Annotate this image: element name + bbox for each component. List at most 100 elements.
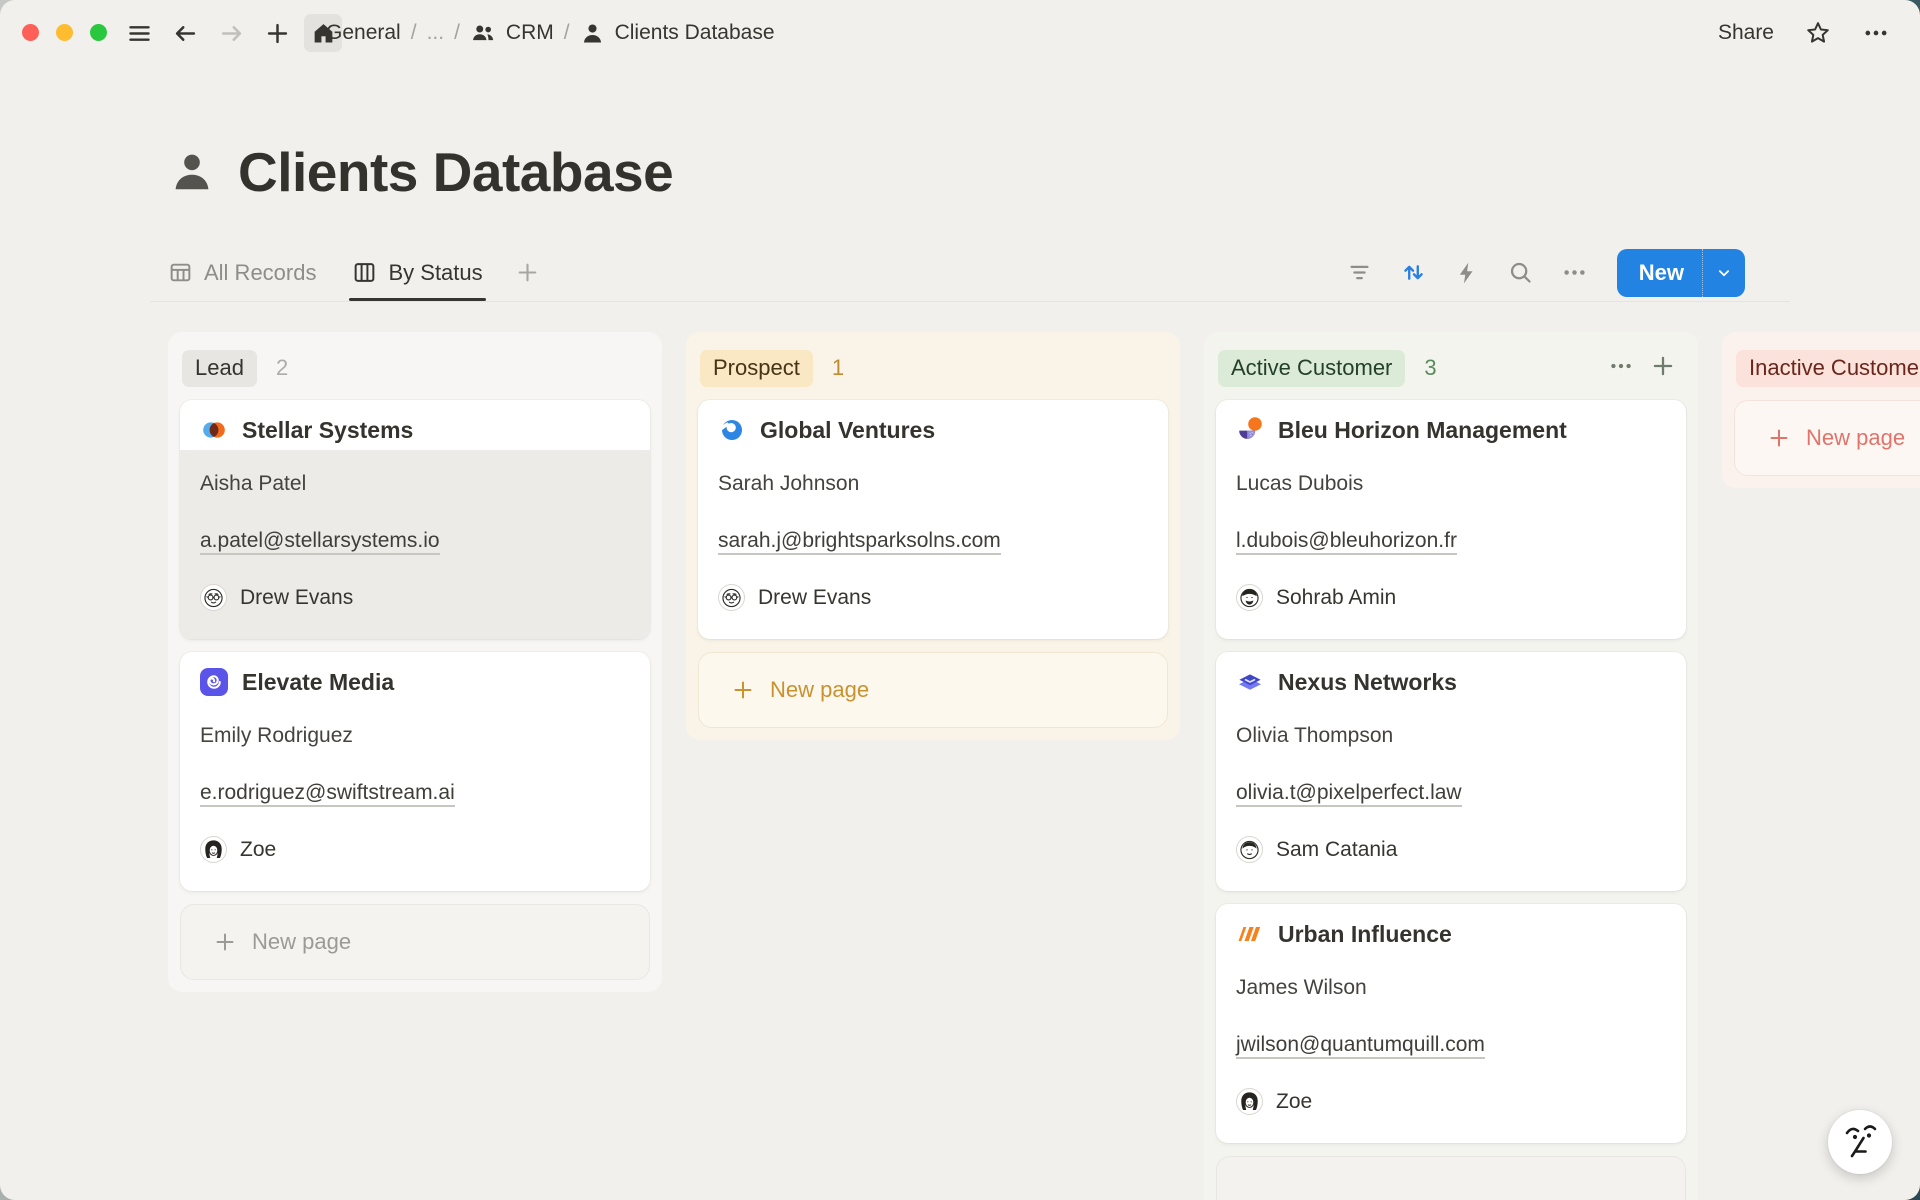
share-button[interactable]: Share [1718,21,1774,45]
breadcrumb: General / ... / CRM / Clients Database [326,14,775,52]
breadcrumb-separator: / [411,21,417,45]
card-email-link[interactable]: l.dubois@bleuhorizon.fr [1236,527,1666,554]
card-contact: Lucas Dubois [1236,470,1666,497]
card-title: Bleu Horizon Management [1278,417,1567,444]
tab-by-status[interactable]: By Status [352,244,482,301]
card-stellar-systems[interactable]: Stellar Systems Aisha Patel a.patel@stel… [180,400,650,639]
new-tab-icon[interactable] [258,14,296,52]
view-options-ellipsis-icon[interactable] [1561,259,1588,286]
breadcrumb-item-crm[interactable]: CRM [506,21,554,45]
bleu-horizon-logo [1236,416,1264,444]
elevate-media-logo [200,668,228,696]
filter-icon[interactable] [1346,259,1373,286]
card-email-link[interactable]: e.rodriguez@swiftstream.ai [200,779,630,806]
card-bleu-horizon-management[interactable]: Bleu Horizon Management Lucas Dubois l.d… [1216,400,1686,639]
search-icon[interactable] [1507,259,1534,286]
breadcrumb-item-current-page[interactable]: Clients Database [615,21,775,45]
board-column-lead: Lead 2 Stellar Systems Aisha Patel a.pat… [168,332,662,992]
tab-label: All Records [204,260,316,286]
traffic-lights [22,24,107,41]
team-people-icon [470,20,496,46]
card-owner: Drew Evans [718,584,1148,611]
status-pill-inactive-customer[interactable]: Inactive Customer [1736,350,1920,387]
avatar-drew-evans [200,584,227,611]
new-record-button[interactable]: New [1617,249,1745,297]
tab-all-records[interactable]: All Records [168,244,316,301]
board-column-active-customer: Active Customer 3 Bleu Horizon Mana [1204,332,1698,1200]
status-pill-prospect[interactable]: Prospect [700,350,813,387]
minimize-window-button[interactable] [56,24,73,41]
card-owner: Zoe [200,836,630,863]
new-page-button-prospect[interactable]: New page [698,652,1168,728]
tabbar-divider [150,301,1790,302]
card-title: Nexus Networks [1278,669,1457,696]
avatar-drew-evans [718,584,745,611]
card-owner: Zoe [1236,1088,1666,1115]
card-elevate-media[interactable]: Elevate Media Emily Rodriguez e.rodrigue… [180,652,650,891]
more-options-icon[interactable] [1862,19,1890,47]
kanban-board: Lead 2 Stellar Systems Aisha Patel a.pat… [0,332,1920,1200]
card-title: Urban Influence [1278,921,1452,948]
card-owner: Sam Catania [1236,836,1666,863]
card-title: Global Ventures [760,417,935,444]
new-button-label[interactable]: New [1617,249,1702,297]
new-page-button-inactive[interactable]: New page [1734,400,1920,476]
card-nexus-networks[interactable]: Nexus Networks Olivia Thompson olivia.t@… [1216,652,1686,891]
new-button-chevron-down-icon[interactable] [1702,249,1745,297]
global-ventures-logo [718,416,746,444]
card-contact: James Wilson [1236,974,1666,1001]
card-title: Stellar Systems [242,417,413,444]
card-contact: Olivia Thompson [1236,722,1666,749]
card-global-ventures[interactable]: Global Ventures Sarah Johnson sarah.j@br… [698,400,1168,639]
breadcrumb-item-general[interactable]: General [326,21,401,45]
card-email-link[interactable]: sarah.j@brightsparksolns.com [718,527,1148,554]
urban-influence-logo [1236,920,1264,948]
tab-label: By Status [388,260,482,286]
forward-arrow-icon[interactable] [212,14,250,52]
avatar-sohrab-amin [1236,584,1263,611]
automation-bolt-icon[interactable] [1454,260,1480,286]
add-view-icon[interactable] [515,244,540,301]
avatar-sam-catania [1236,836,1263,863]
card-email-link[interactable]: olivia.t@pixelperfect.law [1236,779,1666,806]
card-email-link[interactable]: jwilson@quantumquill.com [1236,1031,1666,1058]
stellar-systems-logo [200,416,228,444]
zoom-window-button[interactable] [90,24,107,41]
sort-icon[interactable] [1400,259,1427,286]
card-urban-influence[interactable]: Urban Influence James Wilson jwilson@qua… [1216,904,1686,1143]
new-page-button-lead[interactable]: New page [180,904,650,980]
breadcrumb-ellipsis[interactable]: ... [427,21,445,45]
favorite-star-icon[interactable] [1804,19,1832,47]
avatar-zoe [1236,1088,1263,1115]
column-count: 2 [276,355,288,381]
column-count: 3 [1424,355,1436,381]
new-page-button-partial[interactable] [1216,1156,1686,1200]
status-pill-lead[interactable]: Lead [182,350,257,387]
nexus-networks-logo [1236,668,1264,696]
card-contact: Sarah Johnson [718,470,1148,497]
page-person-icon [580,21,605,46]
app-window: General / ... / CRM / Clients Database S… [0,0,1920,1200]
column-count: 1 [832,355,844,381]
sidebar-menu-icon[interactable] [120,14,158,52]
status-pill-active-customer[interactable]: Active Customer [1218,350,1405,387]
avatar-zoe [200,836,227,863]
back-arrow-icon[interactable] [166,14,204,52]
board-column-inactive-customer: Inactive Customer New page [1722,332,1920,488]
titlebar: General / ... / CRM / Clients Database S… [0,0,1920,66]
page-title-person-icon [168,148,216,196]
breadcrumb-separator: / [454,21,460,45]
column-add-card-icon[interactable] [1650,353,1676,384]
card-email-link[interactable]: a.patel@stellarsystems.io [200,527,630,554]
column-options-ellipsis-icon[interactable] [1608,353,1634,384]
close-window-button[interactable] [22,24,39,41]
card-contact: Aisha Patel [200,470,630,497]
board-column-prospect: Prospect 1 Global Ventures Sarah Johnson… [686,332,1180,740]
card-contact: Emily Rodriguez [200,722,630,749]
breadcrumb-separator: / [564,21,570,45]
page-title: Clients Database [238,140,673,204]
notion-ai-face-button[interactable] [1828,1110,1892,1174]
card-owner: Sohrab Amin [1236,584,1666,611]
card-owner: Drew Evans [200,584,630,611]
card-title: Elevate Media [242,669,394,696]
